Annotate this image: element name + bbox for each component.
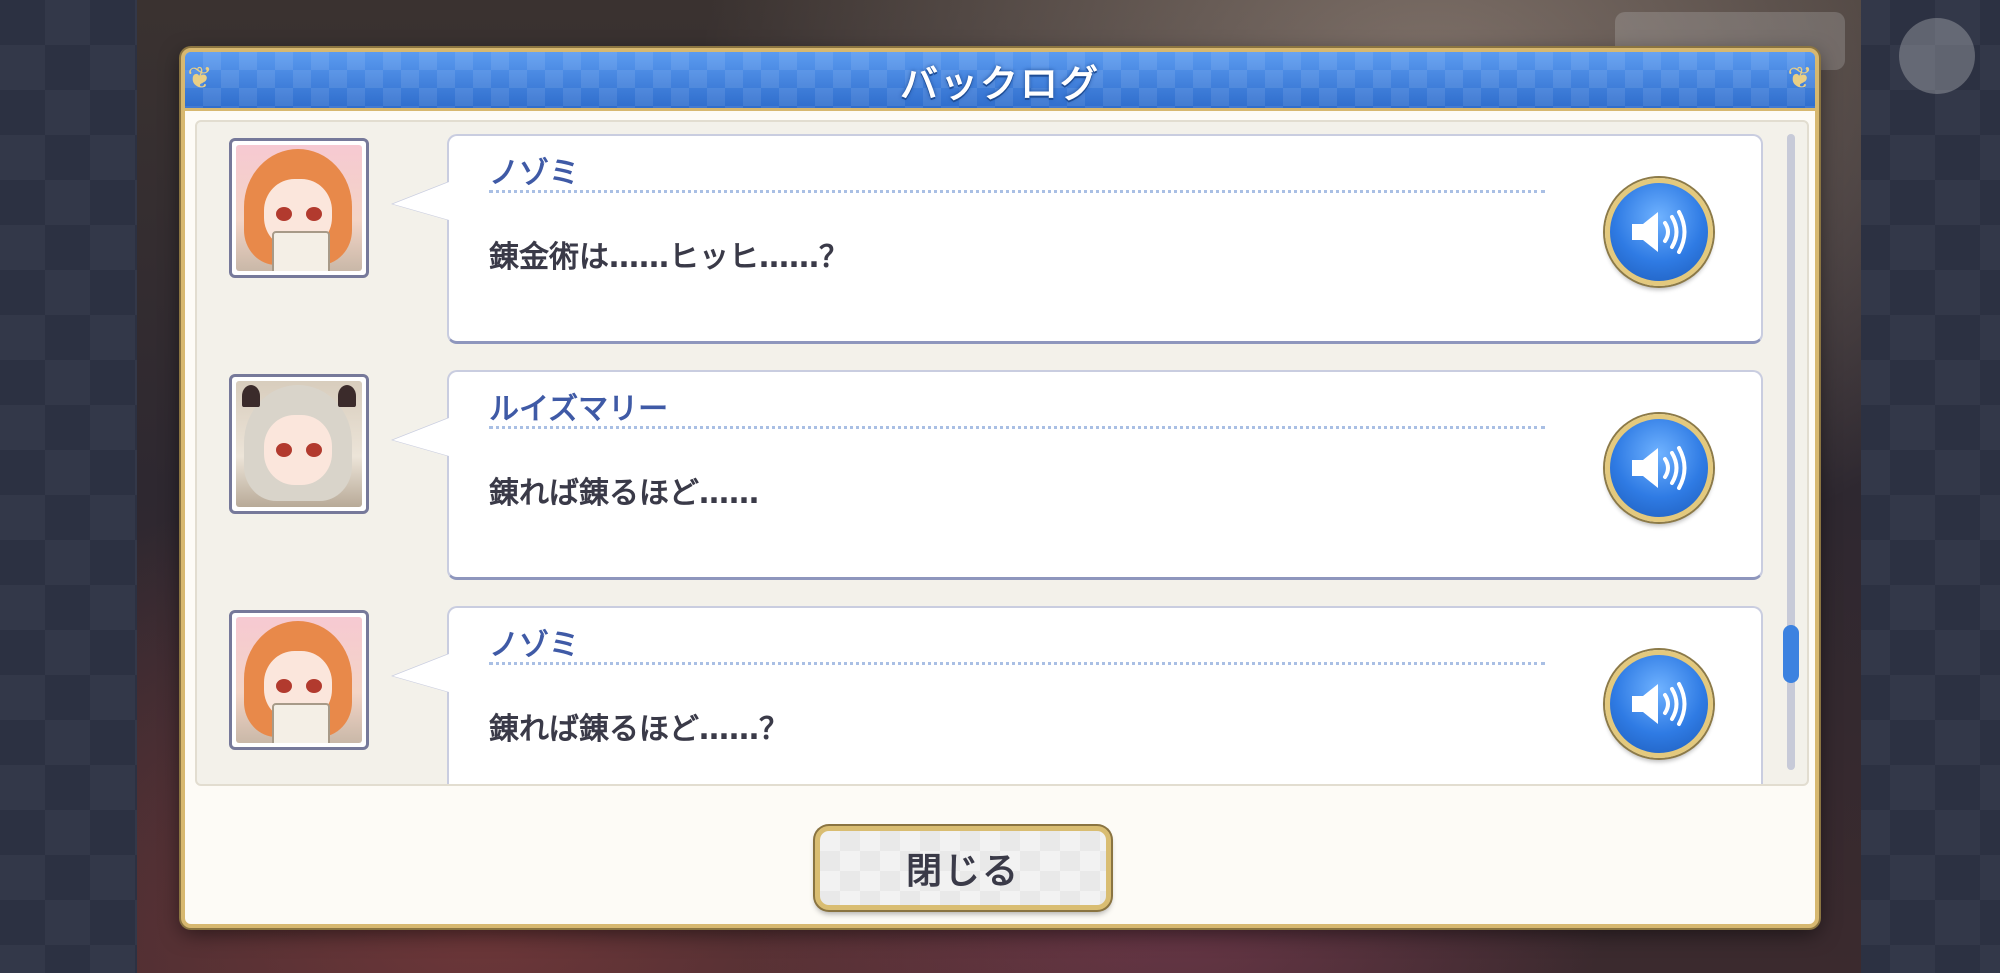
dialogue-text: 錬金術は……ヒッヒ……？: [489, 240, 849, 275]
speech-bubble: ノゾミ 錬れば錬るほど……？: [393, 606, 1763, 784]
divider: [489, 662, 1545, 665]
voice-replay-button[interactable]: [1605, 178, 1713, 286]
speaker-name: ノゾミ: [489, 628, 579, 663]
dialog-title: バックログ: [899, 61, 1100, 106]
divider: [489, 190, 1545, 193]
backlog-entry: ノゾミ 錬れば錬るほど……？: [197, 606, 1763, 784]
close-button-label: 閉じる: [905, 851, 1020, 892]
backlog-entry: ノゾミ 錬金術は……ヒッヒ……？: [197, 134, 1763, 348]
ornament-corner-icon: ❦: [1787, 61, 1813, 96]
scrollbar-thumb[interactable]: [1783, 625, 1799, 683]
voice-replay-button[interactable]: [1605, 414, 1713, 522]
backlog-dialog: ❦ バックログ ❦ ノゾミ 錬金術は……ヒッヒ……？ ルイズマリー 錬れば錬るほ…: [181, 48, 1819, 928]
speaker-name: ノゾミ: [489, 156, 579, 191]
speaker-volume-icon: [1632, 682, 1687, 726]
avatar: [229, 374, 369, 514]
speech-bubble: ノゾミ 錬金術は……ヒッヒ……？: [393, 134, 1763, 344]
speaker-volume-icon: [1632, 446, 1687, 490]
background-round-button: [1899, 18, 1975, 94]
voice-replay-button[interactable]: [1605, 650, 1713, 758]
dialog-header: ❦ バックログ ❦: [185, 52, 1815, 111]
divider: [489, 426, 1545, 429]
avatar: [229, 610, 369, 750]
speaker-volume-icon: [1632, 210, 1687, 254]
close-button[interactable]: 閉じる: [815, 826, 1111, 910]
dialogue-text: 錬れば錬るほど……: [489, 476, 759, 511]
speaker-name: ルイズマリー: [489, 392, 669, 427]
dialogue-text: 錬れば錬るほど……？: [489, 712, 789, 747]
backlog-entry: ルイズマリー 錬れば錬るほど……: [197, 370, 1763, 584]
speech-bubble: ルイズマリー 錬れば錬るほど……: [393, 370, 1763, 580]
ornament-corner-icon: ❦: [187, 61, 213, 96]
scrollbar[interactable]: [1783, 134, 1799, 770]
avatar: [229, 138, 369, 278]
backlog-list[interactable]: ノゾミ 錬金術は……ヒッヒ……？ ルイズマリー 錬れば錬るほど…… ノゾミ 錬れ…: [195, 120, 1809, 786]
